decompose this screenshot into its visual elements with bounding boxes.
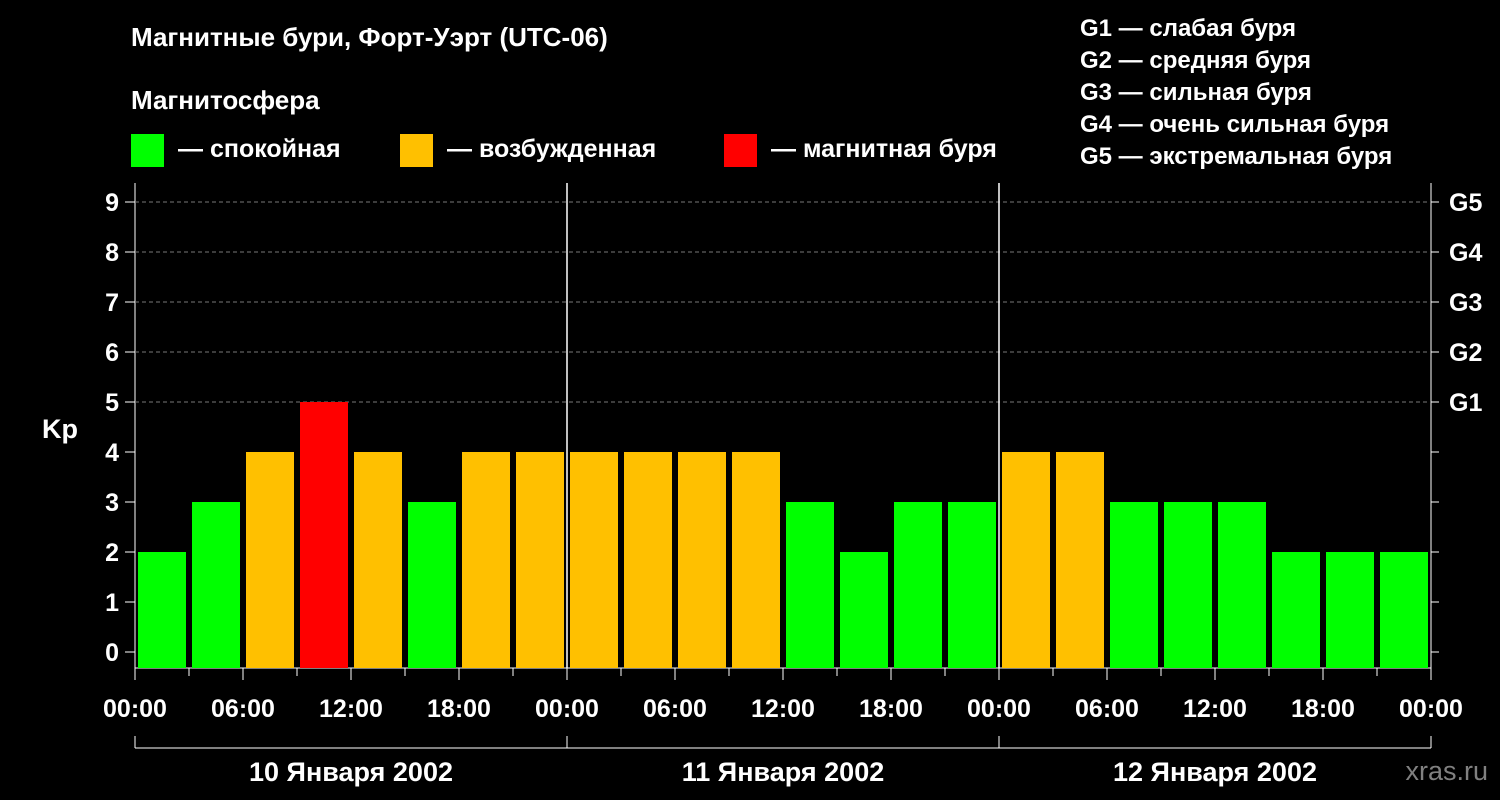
kp-bar [1164, 502, 1212, 668]
watermark: xras.ru [1405, 756, 1488, 786]
x-tick-label: 12:00 [751, 695, 815, 723]
kp-bar [1272, 552, 1320, 668]
y-axis-title: Kp [42, 414, 78, 444]
kp-bar [1110, 502, 1158, 668]
y-tick-label: 0 [105, 639, 119, 667]
y-tick-label: 5 [105, 389, 119, 417]
kp-bar [138, 552, 186, 668]
x-tick-label: 12:00 [1183, 695, 1247, 723]
kp-bar [462, 452, 510, 668]
x-tick-label: 12:00 [319, 695, 383, 723]
x-tick-label: 18:00 [859, 695, 923, 723]
kp-bar [732, 452, 780, 668]
y-tick-label: 6 [105, 339, 119, 367]
kp-bar [948, 502, 996, 668]
kp-bar [786, 502, 834, 668]
x-tick-label: 00:00 [967, 695, 1031, 723]
y-tick-label: 2 [105, 539, 119, 567]
x-tick-label: 18:00 [1291, 695, 1355, 723]
g-axis-label: G3 [1449, 289, 1482, 317]
day-label: 12 Января 2002 [1113, 757, 1317, 787]
x-tick-label: 18:00 [427, 695, 491, 723]
x-tick-label: 06:00 [1075, 695, 1139, 723]
day-label: 10 Января 2002 [249, 757, 453, 787]
kp-bar [246, 452, 294, 668]
y-tick-label: 3 [105, 489, 119, 517]
kp-bar [840, 552, 888, 668]
x-tick-label: 00:00 [103, 695, 167, 723]
y-tick-label: 7 [105, 289, 119, 317]
kp-bar [1380, 552, 1428, 668]
x-tick-label: 00:00 [1399, 695, 1463, 723]
kp-bar [678, 452, 726, 668]
y-tick-label: 1 [105, 589, 119, 617]
g-axis-label: G1 [1449, 389, 1482, 417]
kp-bar [354, 452, 402, 668]
y-tick-label: 9 [105, 189, 119, 217]
kp-bar [192, 502, 240, 668]
kp-bar [1218, 502, 1266, 668]
g-axis-label: G4 [1449, 239, 1482, 267]
x-tick-label: 00:00 [535, 695, 599, 723]
kp-bar [624, 452, 672, 668]
day-label: 11 Января 2002 [682, 757, 884, 787]
y-tick-label: 4 [105, 439, 119, 467]
kp-bar [1002, 452, 1050, 668]
kp-chart: 0 1 2 3 4 5 6 7 8 9 Kp G1 G2 G3 G4 G5 00:00 06:00 12:00 18:… [42, 183, 1482, 787]
g-axis-label: G5 [1449, 189, 1482, 217]
kp-bar [1326, 552, 1374, 668]
kp-bar [1056, 452, 1104, 668]
kp-bar [894, 502, 942, 668]
g-axis-label: G2 [1449, 339, 1482, 367]
kp-bar [516, 452, 564, 668]
y-tick-label: 8 [105, 239, 119, 267]
kp-bar [570, 452, 618, 668]
x-tick-label: 06:00 [211, 695, 275, 723]
kp-bar [408, 502, 456, 668]
x-tick-label: 06:00 [643, 695, 707, 723]
kp-bar [300, 402, 348, 668]
